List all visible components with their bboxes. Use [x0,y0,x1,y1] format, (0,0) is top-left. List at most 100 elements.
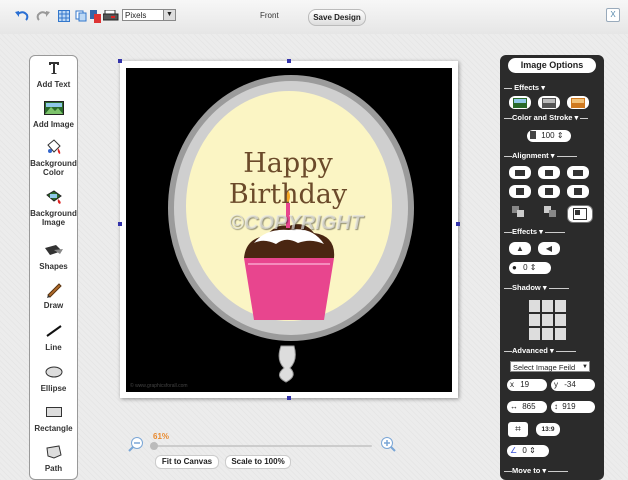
balloon-image[interactable]: Happy Birthday ©COPYRIGHT © www.graphics… [126,68,452,392]
align-top-icon [516,188,524,195]
scale-to-100-button[interactable]: Scale to 100% [225,455,291,469]
x-position-field[interactable]: x 19 [507,379,547,391]
shadow-direction-grid[interactable] [529,300,567,342]
chevron-down-icon: ▼ [582,364,588,370]
happy-birthday-text: Happy Birthday [228,148,348,210]
height-icon: ↕ [554,402,558,411]
x-value: 19 [520,380,530,389]
effects-section[interactable]: Effects ▾ [504,83,600,93]
tool-label: Shapes [39,262,68,271]
bring-forward-icon[interactable] [544,206,558,220]
resize-handle-left[interactable] [118,222,122,226]
width-field[interactable]: ↔ 865 [507,401,547,413]
send-backward-icon[interactable] [512,206,526,220]
save-design-button[interactable]: Save Design [308,9,366,26]
effect-intensity-field[interactable]: ● 0 ⇕ [509,262,551,274]
zoom-slider[interactable] [150,442,372,450]
align-left-icon [515,169,525,176]
zoom-percent: 61% [153,432,170,441]
image-footer-text: © www.graphicsforall.com [130,383,188,389]
effects2-section[interactable]: Effects ▾ [504,227,600,237]
resize-handle-bottom[interactable] [287,396,291,400]
tool-background-image[interactable]: Background Image [30,188,77,227]
blur-icon: ● [512,263,517,272]
stroke-value: 100 [541,131,555,140]
tool-label: Ellipse [40,384,67,393]
color-stroke-section[interactable]: Color and Stroke ▾ [504,113,600,123]
align-right-button[interactable] [567,166,589,179]
zoom-slider-thumb[interactable] [150,442,158,450]
align-center-icon [545,169,553,176]
text-icon [30,59,77,77]
width-value: 865 [522,402,536,411]
crop-icon: ⌗ [515,424,521,435]
flip-vertical-button[interactable]: ▲ [509,242,531,255]
align-left-button[interactable] [509,166,531,179]
tool-draw[interactable]: Draw [30,280,77,310]
effect-normal-button[interactable] [509,96,531,109]
align-top-button[interactable] [509,185,531,198]
align-bottom-button[interactable] [567,185,589,198]
design-canvas[interactable]: Happy Birthday ©COPYRIGHT © www.graphics… [118,59,460,400]
tool-label: Line [45,343,62,352]
advanced-section[interactable]: Advanced ▾ [504,346,600,356]
position-grid-button[interactable] [567,205,593,223]
tool-rectangle[interactable]: Rectangle [30,403,77,433]
resize-handle-right[interactable] [456,222,460,226]
sepia-effect-icon [571,97,585,108]
tool-path[interactable]: Path [30,443,77,473]
unit-select-value: Pixels [125,11,147,20]
flip-horizontal-button[interactable]: ◀ [538,242,560,255]
alignment-section[interactable]: Alignment ▾ [504,151,600,161]
rotate-icon: ∠ [510,446,518,455]
printer-icon[interactable] [103,8,119,24]
effect-sepia-button[interactable] [567,96,589,109]
resize-handle-tl[interactable] [118,59,122,63]
close-button[interactable]: X [606,8,620,22]
select-image-field[interactable]: Select Image Feild ▼ [510,361,590,372]
stepper-icon: ⇕ [529,263,537,272]
zoom-in-icon[interactable] [380,436,396,454]
view-label: Front [260,11,279,20]
tool-label: Add Text [36,80,71,89]
stroke-opacity-field[interactable]: 100 ⇕ [527,130,571,142]
section-label: Effects [512,227,538,236]
crop-button[interactable]: ⌗ [508,422,528,437]
tool-ellipse[interactable]: Ellipse [30,363,77,393]
align-right-icon [573,169,583,176]
fit-to-canvas-button[interactable]: Fit to Canvas [155,455,219,469]
height-field[interactable]: ↕ 919 [551,401,595,413]
align-middle-button[interactable] [538,185,560,198]
tool-label: Draw [43,301,64,310]
align-middle-icon [545,188,553,195]
height-value: 919 [562,402,576,411]
undo-icon[interactable] [14,8,30,24]
align-center-button[interactable] [538,166,560,179]
unit-select[interactable]: Pixels ▼ [122,9,176,21]
grid-icon[interactable] [56,8,72,24]
copy-icon[interactable] [73,8,89,24]
tool-add-image[interactable]: Add Image [30,99,77,129]
rectangle-icon [30,403,77,421]
redo-icon[interactable] [35,8,51,24]
section-label: Shadow [512,283,541,292]
resize-handle-top[interactable] [287,59,291,63]
shadow-section[interactable]: Shadow ▾ [504,283,600,293]
tool-label: Rectangle [34,424,73,433]
y-value: -34 [564,380,576,389]
tool-background-color[interactable]: Background Color [30,138,77,177]
move-to-section[interactable]: Move to ▾ [504,466,600,476]
rotation-field[interactable]: ∠ 0 ⇕ [507,445,549,457]
tool-shapes[interactable]: Shapes [30,241,77,271]
tool-add-text[interactable]: Add Text [30,59,77,89]
stepper-icon: ⇕ [556,131,564,140]
path-icon [30,443,77,461]
layers-icon[interactable] [88,8,104,24]
effect-grayscale-button[interactable] [538,96,560,109]
position-grid-icon [573,208,587,220]
tool-line[interactable]: Line [30,322,77,352]
y-position-field[interactable]: y -34 [551,379,595,391]
rotation-value: 0 [522,446,527,455]
zoom-out-icon[interactable] [128,436,144,454]
aspect-ratio-button[interactable]: 13:9 [536,423,560,436]
